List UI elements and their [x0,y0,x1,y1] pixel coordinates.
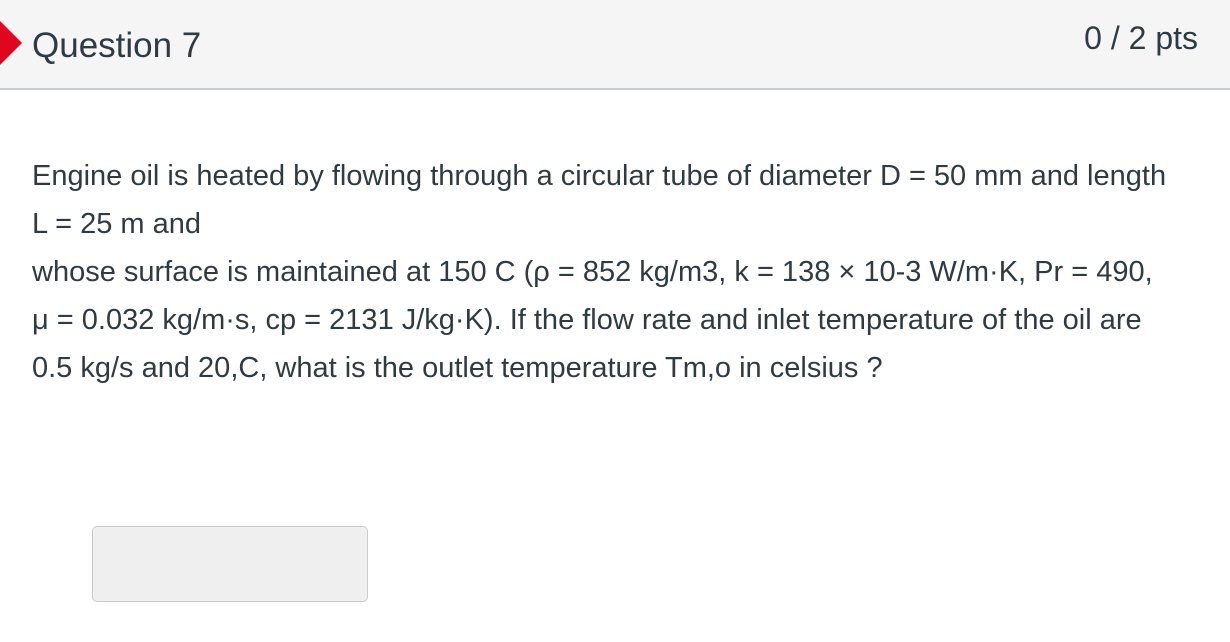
question-title: Question 7 [32,26,202,65]
question-text-line: Engine oil is heated by flowing through … [32,160,1167,240]
question-text: Engine oil is heated by flowing through … [32,152,1172,392]
answer-input[interactable] [92,526,368,602]
question-text-line: whose surface is maintained at 150 C (ρ … [32,256,1153,384]
question-card: Question 7 0 / 2 pts Engine oil is heate… [0,0,1230,642]
incorrect-marker-icon [0,21,22,65]
question-header: Question 7 0 / 2 pts [0,0,1230,90]
points-score: 0 / 2 pts [1084,20,1198,56]
